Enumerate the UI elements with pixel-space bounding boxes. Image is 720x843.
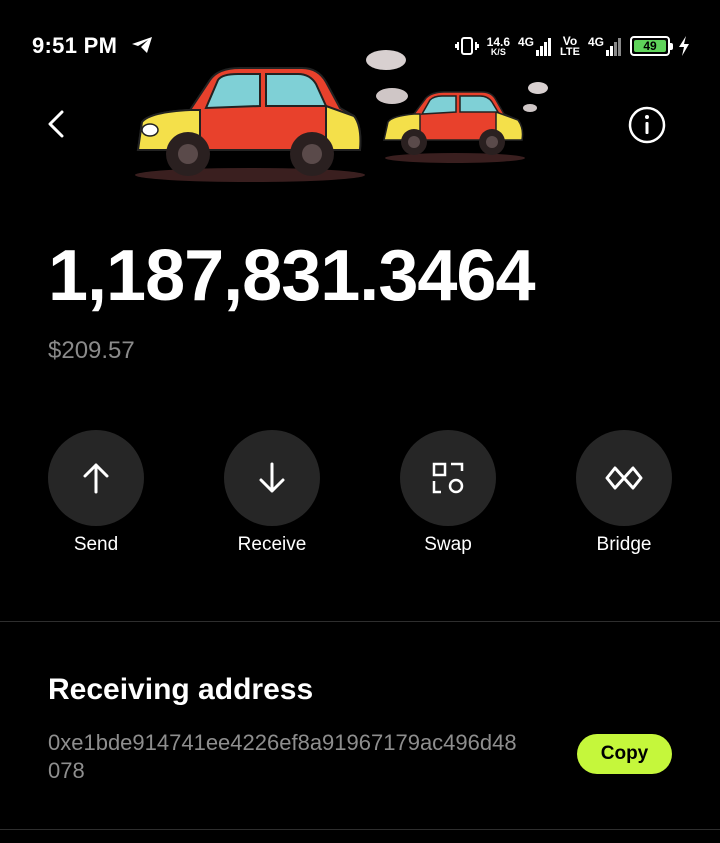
- signal-icon: [606, 38, 621, 56]
- section-divider: [0, 621, 720, 622]
- bottom-divider: [0, 829, 720, 830]
- charging-icon: [679, 36, 689, 56]
- volte-indicator: Vo LTE: [560, 35, 580, 58]
- bridge-label: Bridge: [596, 534, 652, 555]
- copy-button[interactable]: Copy: [577, 734, 672, 774]
- volte-bottom: LTE: [560, 45, 580, 58]
- status-time: 9:51 PM: [32, 33, 118, 58]
- bridge-button[interactable]: Bridge: [554, 430, 694, 556]
- cars-illustration: [135, 50, 548, 182]
- volte-top: Vo: [562, 33, 578, 48]
- bridge-circle[interactable]: [576, 430, 672, 526]
- token-balance: 1,187,831.3464: [48, 236, 535, 316]
- battery-level: 49: [634, 39, 666, 53]
- receive-label: Receive: [237, 534, 307, 555]
- sim2-indicator: 4G: [588, 36, 622, 56]
- send-label: Send: [73, 534, 119, 555]
- battery-icon: 49: [630, 36, 673, 56]
- info-button[interactable]: [628, 106, 666, 144]
- back-button[interactable]: [40, 106, 74, 142]
- receiving-address-title: Receiving address: [48, 673, 314, 706]
- sim2-label: 4G: [587, 35, 604, 49]
- swap-circle[interactable]: [400, 430, 496, 526]
- receiving-address-value: 0xe1bde914741ee4226ef8a91967179ac496d480…: [48, 730, 517, 783]
- send-button[interactable]: Send: [26, 430, 166, 556]
- receive-button[interactable]: Receive: [202, 430, 342, 556]
- swap-label: Swap: [424, 534, 472, 555]
- arrow-down-icon: [259, 462, 285, 493]
- send-circle[interactable]: [48, 430, 144, 526]
- arrow-up-icon: [83, 463, 109, 494]
- fiat-value: $209.57: [48, 337, 135, 364]
- receive-circle[interactable]: [224, 430, 320, 526]
- swap-icon: [432, 462, 464, 494]
- swap-button[interactable]: Swap: [378, 430, 518, 556]
- bridge-icon: [605, 466, 643, 490]
